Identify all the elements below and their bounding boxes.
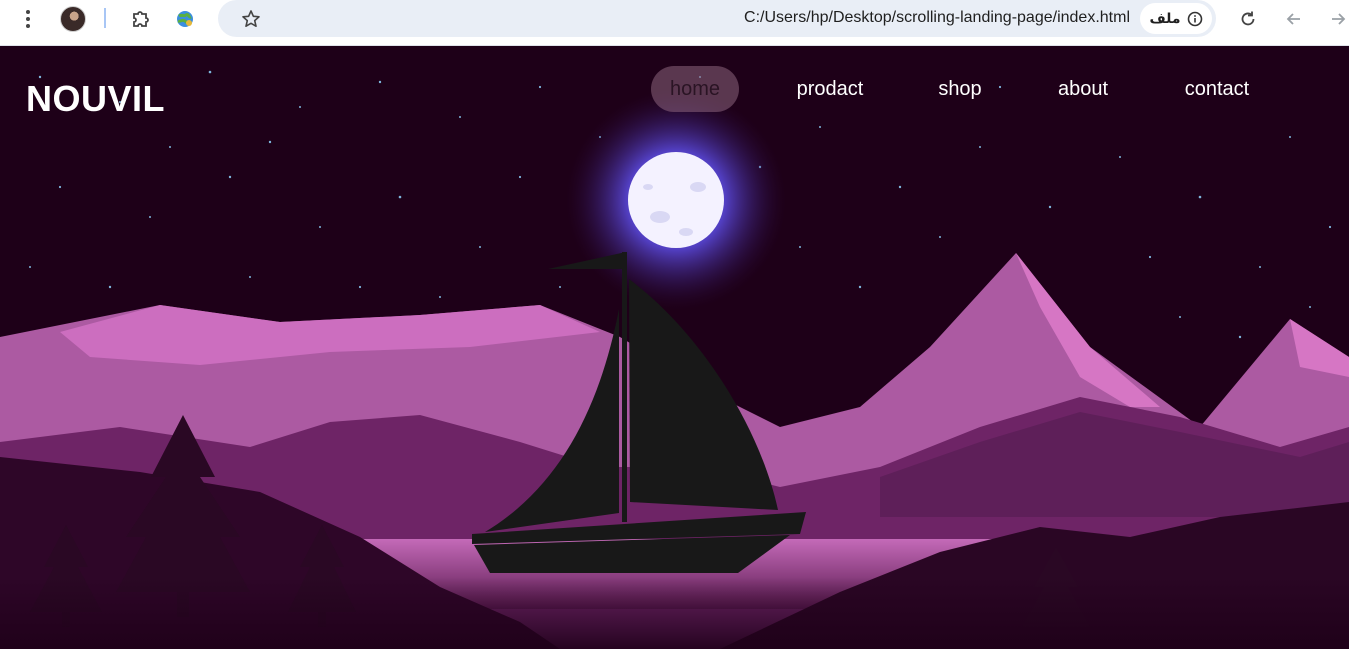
nav-home[interactable]: home xyxy=(651,66,739,112)
mast xyxy=(622,252,627,522)
info-icon xyxy=(1187,11,1202,26)
foreground-fade xyxy=(0,577,1349,649)
url-text[interactable]: C:/Users/hp/Desktop/scrolling-landing-pa… xyxy=(744,9,1130,27)
site-info-chip[interactable]: ملف xyxy=(1140,3,1212,34)
nav-product[interactable]: prodact xyxy=(786,66,874,112)
more-vert-icon[interactable] xyxy=(13,4,43,34)
main-nav: home prodact shop about contact xyxy=(0,66,1349,114)
forward-arrow-icon[interactable] xyxy=(1323,4,1349,34)
landing-page: NOUVIL home prodact shop about contact xyxy=(0,47,1349,649)
site-chip-label: ملف xyxy=(1149,10,1181,26)
nav-about[interactable]: about xyxy=(1046,66,1120,112)
hero-illustration xyxy=(0,47,1349,649)
nav-shop[interactable]: shop xyxy=(920,66,1000,112)
nav-contact[interactable]: contact xyxy=(1172,66,1262,112)
back-arrow-icon[interactable] xyxy=(1279,4,1309,34)
toolbar-divider xyxy=(104,8,106,28)
reload-icon[interactable] xyxy=(1233,4,1263,34)
address-bar[interactable]: C:/Users/hp/Desktop/scrolling-landing-pa… xyxy=(218,0,1216,37)
globe-extension-icon[interactable] xyxy=(170,4,200,34)
browser-toolbar: C:/Users/hp/Desktop/scrolling-landing-pa… xyxy=(0,0,1349,46)
moon xyxy=(628,152,724,248)
bookmark-star-icon[interactable] xyxy=(236,4,266,34)
profile-avatar[interactable] xyxy=(58,4,88,34)
extensions-icon[interactable] xyxy=(126,4,156,34)
